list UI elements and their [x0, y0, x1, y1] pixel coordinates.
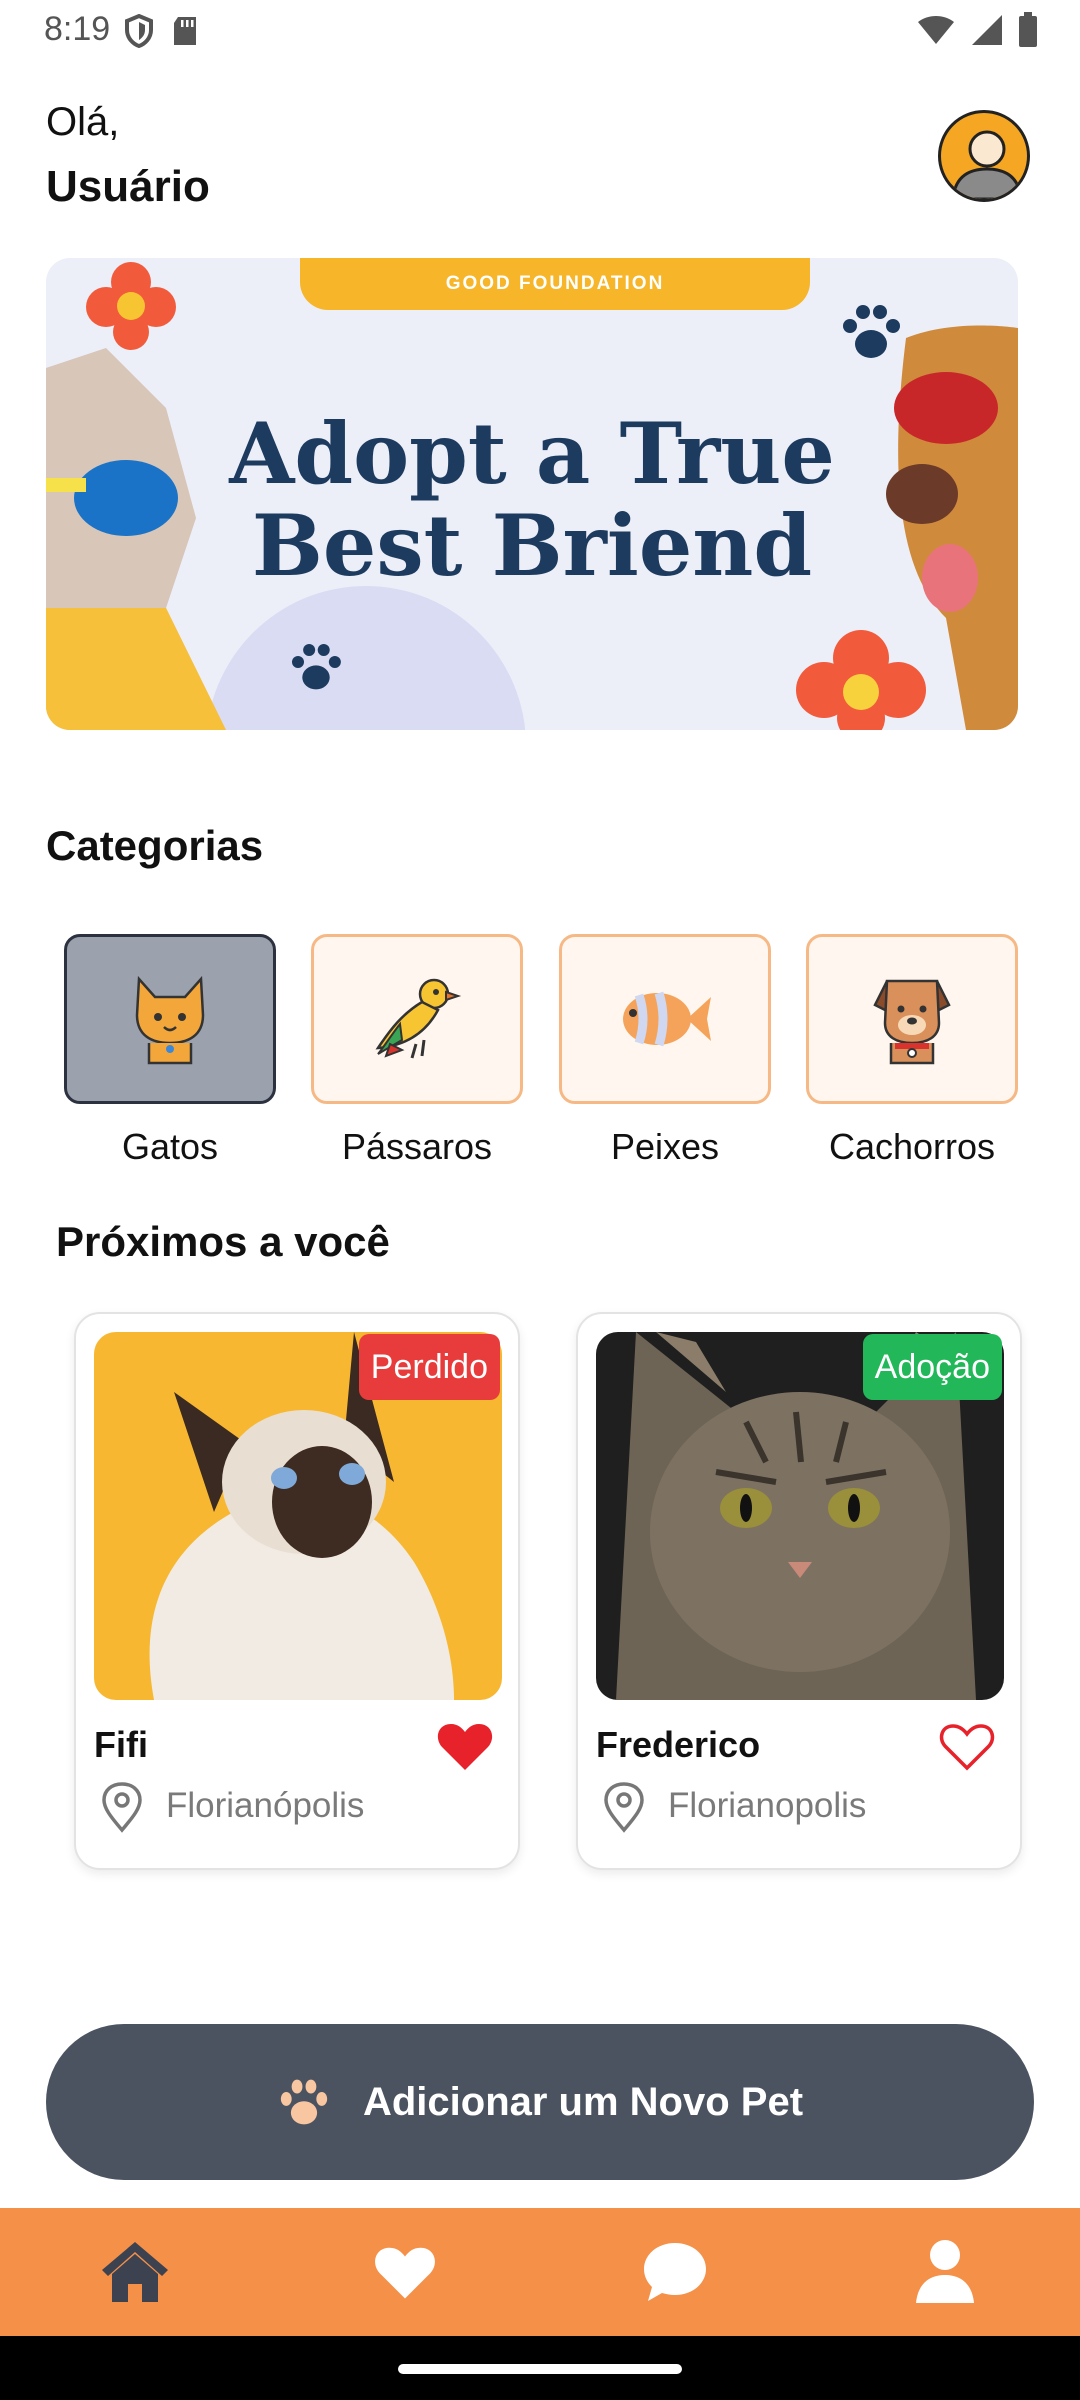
pet-name: Fifi	[94, 1724, 148, 1765]
dog-icon	[873, 979, 951, 1065]
heart-outline-icon[interactable]	[938, 1720, 996, 1772]
category-label: Peixes	[610, 1126, 720, 1167]
cat-icon	[135, 975, 205, 1065]
adoption-banner[interactable]: GOOD FOUNDATION Adopt a True Best Briend	[46, 258, 1018, 730]
nearby-title: Próximos a você	[56, 1218, 390, 1265]
status-bar: 8:19	[0, 0, 1080, 62]
nav-profile[interactable]	[900, 2230, 990, 2314]
paw-print-icon	[292, 644, 341, 690]
banner-tag: GOOD FOUNDATION	[300, 258, 810, 310]
bottom-navigation	[0, 2208, 1080, 2336]
flower-icon	[86, 262, 176, 350]
bird-icon	[375, 978, 462, 1059]
status-badge: Perdido	[358, 1334, 500, 1400]
banner-decoration-circle	[206, 586, 526, 730]
user-avatar-icon[interactable]	[938, 110, 1030, 202]
category-cats[interactable]: Gatos	[64, 934, 276, 1168]
chat-icon	[644, 2243, 706, 2301]
pet-name: Frederico	[596, 1724, 761, 1765]
location-pin-icon	[102, 1782, 142, 1833]
category-box[interactable]	[559, 934, 771, 1104]
paw-icon	[280, 2079, 328, 2125]
status-badge: Adoção	[862, 1334, 1002, 1400]
category-box[interactable]	[311, 934, 523, 1104]
add-new-pet-label: Adicionar um Novo Pet	[362, 2079, 804, 2124]
add-new-pet-button[interactable]: Adicionar um Novo Pet	[46, 2024, 1034, 2180]
banner-title: Adopt a True Best Briend	[46, 408, 1018, 592]
pet-location: Florianopolis	[668, 1786, 867, 1825]
nav-home[interactable]	[90, 2230, 180, 2314]
category-box[interactable]	[806, 934, 1018, 1104]
profile-icon	[916, 2240, 974, 2303]
heart-filled-icon[interactable]	[436, 1720, 494, 1772]
shield-icon	[125, 14, 153, 48]
category-fish[interactable]: Peixes	[559, 934, 771, 1168]
pet-card-frederico[interactable]: Adoção Frederico Florianopolis	[576, 1312, 1022, 1870]
battery-icon	[1019, 12, 1037, 47]
nav-favorites[interactable]	[360, 2230, 450, 2314]
category-label: Pássaros	[341, 1126, 493, 1167]
location-pin-icon	[604, 1782, 644, 1833]
wifi-icon	[918, 16, 954, 44]
flower-icon	[796, 630, 926, 730]
pet-location: Florianópolis	[166, 1786, 365, 1825]
signal-icon	[972, 15, 1002, 45]
heart-icon	[375, 2247, 435, 2299]
gesture-handle[interactable]	[398, 2364, 682, 2374]
category-label: Gatos	[121, 1126, 219, 1167]
category-birds[interactable]: Pássaros	[311, 934, 523, 1168]
sd-card-icon	[174, 17, 196, 45]
category-label: Cachorros	[828, 1126, 996, 1167]
banner-title-line1: Adopt a True	[229, 404, 835, 503]
category-box[interactable]	[64, 934, 276, 1104]
status-time: 8:19	[44, 10, 111, 48]
fish-icon	[623, 991, 711, 1047]
home-icon	[102, 2242, 168, 2302]
avatar-silhouette-icon	[951, 130, 1023, 199]
category-dogs[interactable]: Cachorros	[806, 934, 1018, 1168]
username-text: Usuário	[46, 162, 210, 211]
categories-title: Categorias	[46, 822, 264, 869]
nav-messages[interactable]	[630, 2230, 720, 2314]
banner-title-line2: Best Briend	[251, 496, 813, 595]
pet-card-fifi[interactable]: Perdido Fifi Florianópolis	[74, 1312, 520, 1870]
greeting-text: Olá,	[46, 100, 120, 144]
